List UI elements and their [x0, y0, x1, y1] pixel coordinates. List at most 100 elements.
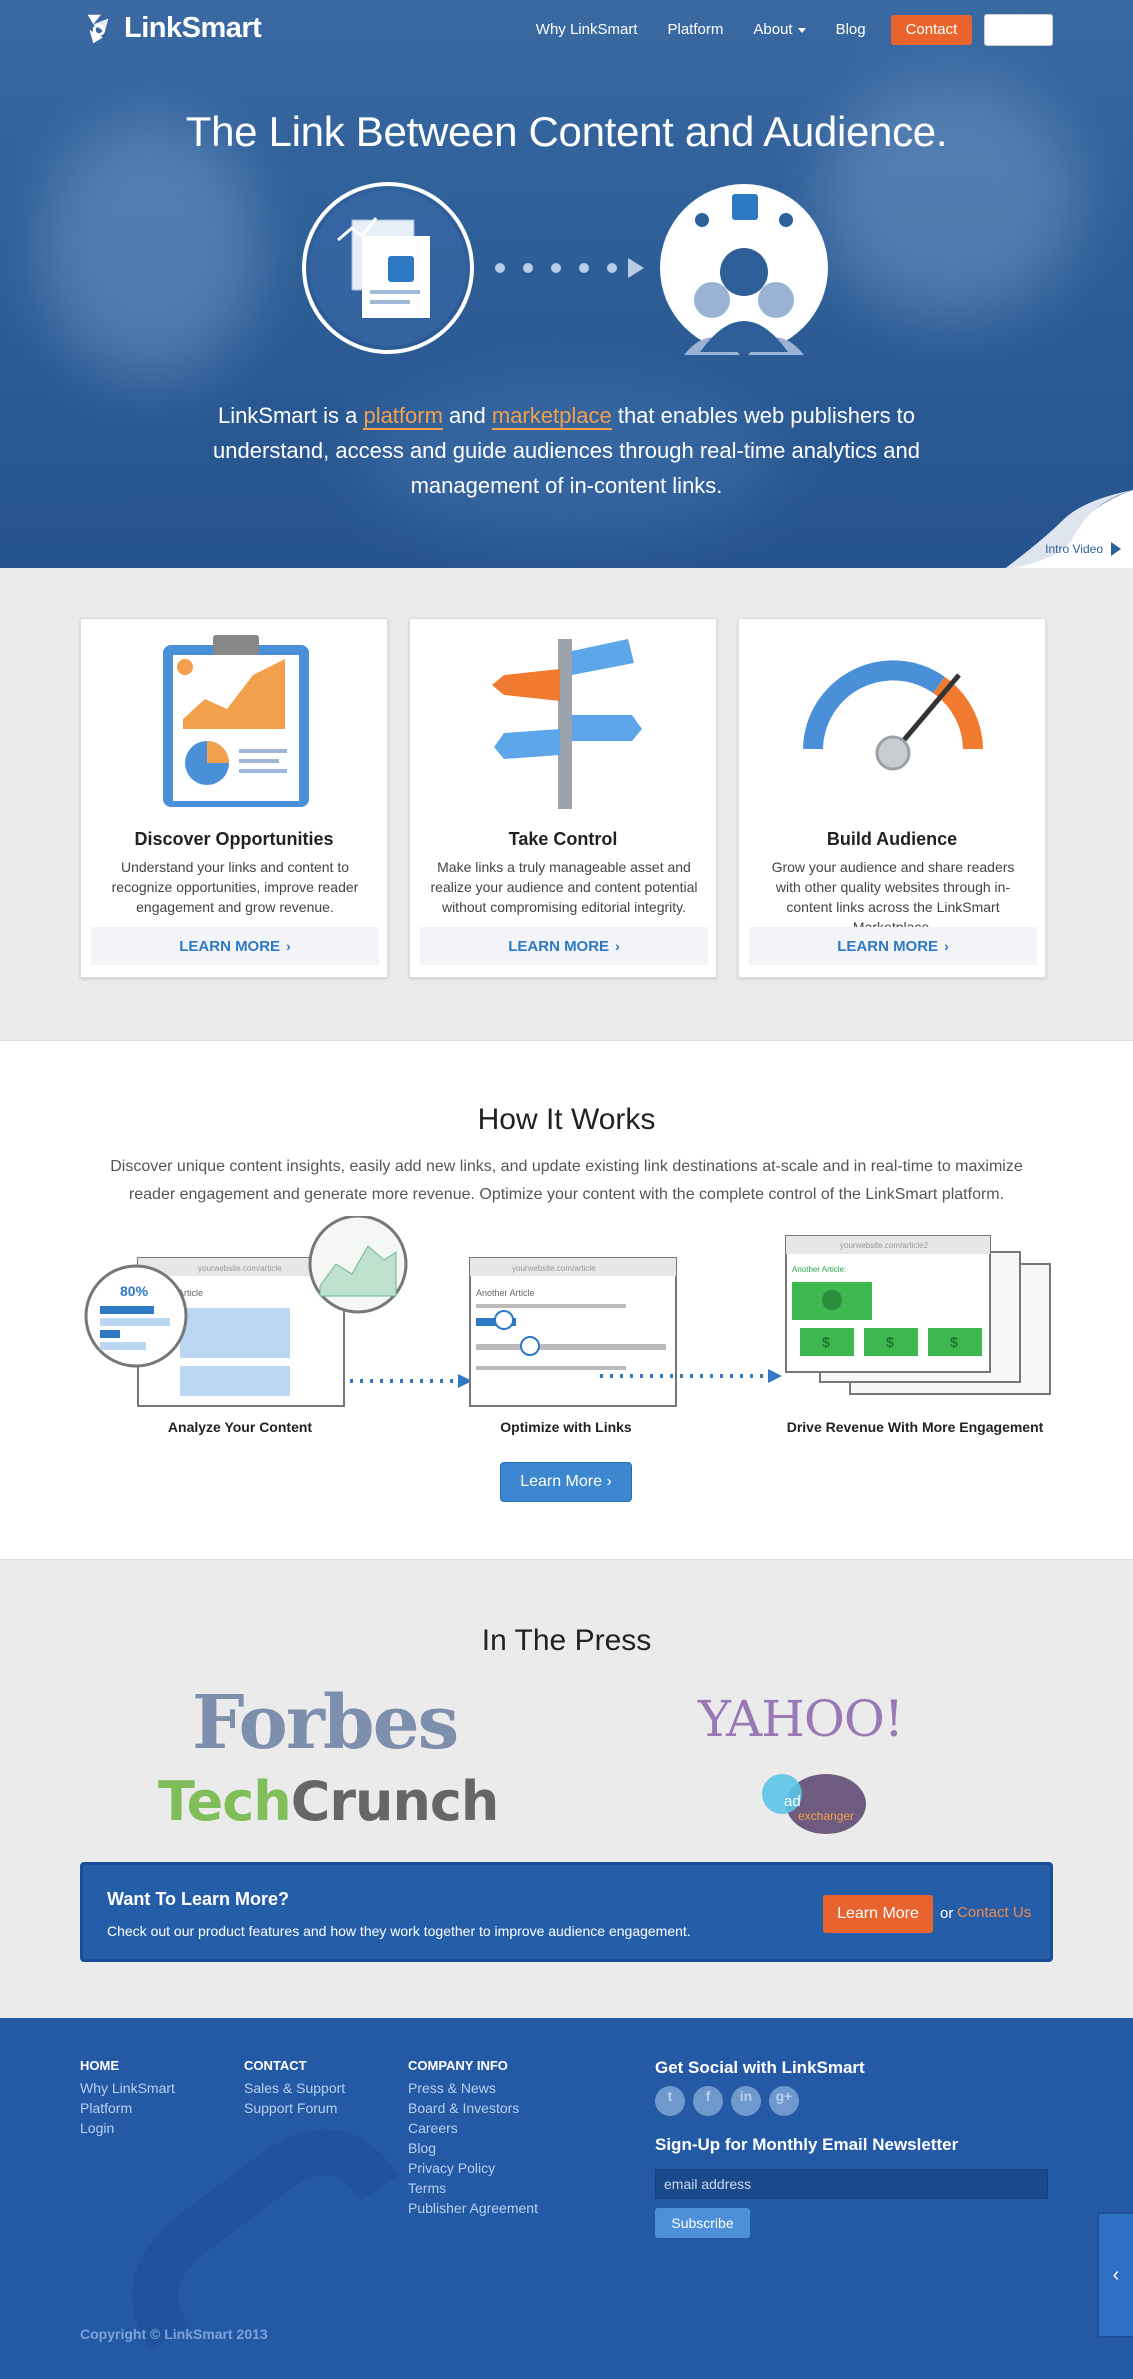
hero-illustration [302, 182, 828, 355]
social-heading: Get Social with LinkSmart [655, 2058, 865, 2077]
side-feedback-tab[interactable]: ‹ [1097, 2212, 1133, 2338]
footer-contact-column: CONTACT Sales & Support Support Forum [244, 2058, 345, 2118]
main-nav: Why LinkSmart Platform About Blog Contac… [521, 14, 1053, 46]
feature-description: Make links a truly manageable asset and … [430, 859, 698, 915]
features-section: Discover Opportunities Understand your l… [0, 568, 1133, 1040]
footer-link[interactable]: Board & Investors [408, 2098, 538, 2118]
contact-button[interactable]: Contact [890, 15, 973, 45]
optimize-links-illustration: yourwebsite.com/article Another Article [469, 1257, 677, 1407]
footer-link[interactable]: Platform [80, 2098, 175, 2118]
percent-label: 80% [120, 1283, 149, 1299]
footer-link[interactable]: Sales & Support [244, 2078, 345, 2098]
article-label: Another Article [476, 1288, 535, 1298]
chevron-right-icon: › [615, 938, 620, 954]
press-section: In The Press Forbes YAHOO! TechCrunch ad… [0, 1560, 1133, 2018]
arrow-dots-icon [495, 258, 644, 278]
brand-logo[interactable]: LinkSmart [80, 8, 262, 48]
learn-more-label: LEARN MORE [179, 938, 281, 955]
footer-link[interactable]: Support Forum [244, 2098, 345, 2118]
contact-us-link[interactable]: Contact Us [957, 1904, 1031, 1921]
feature-card-control: Take Control Make links a truly manageab… [409, 618, 717, 978]
google-plus-icon[interactable]: g+ [769, 2086, 799, 2116]
footer-link[interactable]: Terms [408, 2178, 538, 2198]
social-icons: t f in g+ [655, 2086, 865, 2116]
cta-learn-more-button[interactable]: Learn More [823, 1895, 933, 1933]
how-learn-more-button[interactable]: Learn More › [500, 1462, 632, 1502]
nav-why-linksmart[interactable]: Why LinkSmart [521, 15, 653, 45]
hero-text-part: LinkSmart is a [217, 403, 364, 428]
forbes-logo[interactable]: Forbes [192, 1680, 459, 1766]
learn-more-button[interactable]: LEARN MORE › [91, 927, 379, 965]
signpost-icon [492, 639, 642, 809]
footer: HOME Why LinkSmart Platform Login CONTAC… [0, 2018, 1133, 2379]
footer-heading: CONTACT [244, 2058, 307, 2073]
footer-link[interactable]: Careers [408, 2118, 538, 2138]
how-it-works-section: How It Works Discover unique content ins… [0, 1040, 1133, 1560]
footer-link[interactable]: Publisher Agreement [408, 2198, 538, 2218]
hero-description: LinkSmart is a platform and marketplace … [200, 398, 933, 503]
step-label: Drive Revenue With More Engagement [786, 1419, 1044, 1435]
how-learn-more-label: Learn More [520, 1473, 603, 1490]
feature-card-audience: Build Audience Grow your audience and sh… [738, 618, 1046, 978]
intro-video-link[interactable]: Intro Video [1045, 542, 1121, 556]
play-icon [1111, 542, 1121, 556]
linkedin-icon[interactable]: in [731, 2086, 761, 2116]
navbar: LinkSmart Why LinkSmart Platform About B… [80, 0, 1053, 58]
cta-title: Want To Learn More? [107, 1889, 289, 1909]
facebook-icon[interactable]: f [693, 2086, 723, 2116]
footer-link[interactable]: Press & News [408, 2078, 538, 2098]
footer-link[interactable]: Privacy Policy [408, 2158, 538, 2178]
marketplace-link[interactable]: marketplace [491, 403, 612, 430]
footer-social-column: Get Social with LinkSmart t f in g+ [655, 2058, 865, 2116]
learn-more-button[interactable]: LEARN MORE › [420, 927, 708, 965]
feature-card-discover: Discover Opportunities Understand your l… [80, 618, 388, 978]
subscribe-button[interactable]: Subscribe [655, 2208, 750, 2238]
platform-link[interactable]: platform [363, 403, 443, 430]
learn-more-button[interactable]: LEARN MORE › [749, 927, 1037, 965]
techcrunch-part: Crunch [290, 1770, 500, 1833]
gauge-icon [803, 660, 983, 771]
twitter-icon[interactable]: t [655, 2086, 685, 2116]
feature-title: Build Audience [826, 829, 958, 849]
adexchanger-part: exchanger [798, 1809, 854, 1823]
chevron-left-icon: ‹ [1112, 2263, 1120, 2286]
article-label: Another Article: [792, 1265, 846, 1274]
intro-video-label: Intro Video [1045, 542, 1103, 556]
footer-link[interactable]: Blog [408, 2138, 538, 2158]
dollar-label: $ [886, 1334, 894, 1350]
brand-name: LinkSmart [124, 11, 262, 44]
dollar-label: $ [950, 1334, 958, 1350]
cta-banner: Want To Learn More? Check out our produc… [80, 1862, 1053, 1962]
hero-title: The Link Between Content and Audience. [185, 108, 948, 155]
nav-blog[interactable]: Blog [821, 15, 881, 45]
drive-revenue-illustration: yourwebsite.com/article2 Another Article… [785, 1235, 1051, 1395]
techcrunch-logo[interactable]: TechCrunch [158, 1770, 500, 1833]
chevron-right-icon: › [286, 938, 291, 954]
newsletter-heading: Sign-Up for Monthly Email Newsletter [655, 2135, 959, 2154]
step-label: Optimize with Links [500, 1419, 632, 1435]
section-title: In The Press [481, 1624, 652, 1657]
content-document-icon [302, 182, 474, 354]
hero-text-part: and [442, 403, 492, 428]
copyright: Copyright © LinkSmart 2013 [80, 2326, 268, 2342]
browser-url: yourwebsite.com/article2 [840, 1241, 929, 1250]
hero-section: LinkSmart Why LinkSmart Platform About B… [0, 0, 1133, 568]
feature-title: Discover Opportunities [134, 829, 334, 849]
footer-heading: COMPANY INFO [408, 2058, 508, 2073]
chevron-right-icon: › [944, 938, 949, 954]
login-button[interactable]: Login [984, 14, 1053, 46]
nav-platform[interactable]: Platform [653, 15, 739, 45]
cta-text: Check out our product features and how t… [107, 1923, 691, 1939]
footer-link[interactable]: Why LinkSmart [80, 2078, 175, 2098]
adexchanger-logo[interactable]: ad exchanger [758, 1772, 868, 1834]
step-label: Analyze Your Content [167, 1419, 313, 1435]
chevron-right-icon: › [606, 1473, 612, 1490]
yahoo-logo[interactable]: YAHOO! [698, 1690, 904, 1748]
techcrunch-part: Tech [158, 1770, 292, 1833]
email-field[interactable]: email address [655, 2169, 1048, 2199]
footer-link[interactable]: Login [80, 2118, 175, 2138]
section-title: How It Works [477, 1103, 656, 1136]
section-description: Discover unique content insights, easily… [110, 1158, 1023, 1203]
nav-about[interactable]: About [738, 15, 820, 45]
analyze-content-illustration: yourwebsite.com/article Article 80% [84, 1216, 408, 1407]
